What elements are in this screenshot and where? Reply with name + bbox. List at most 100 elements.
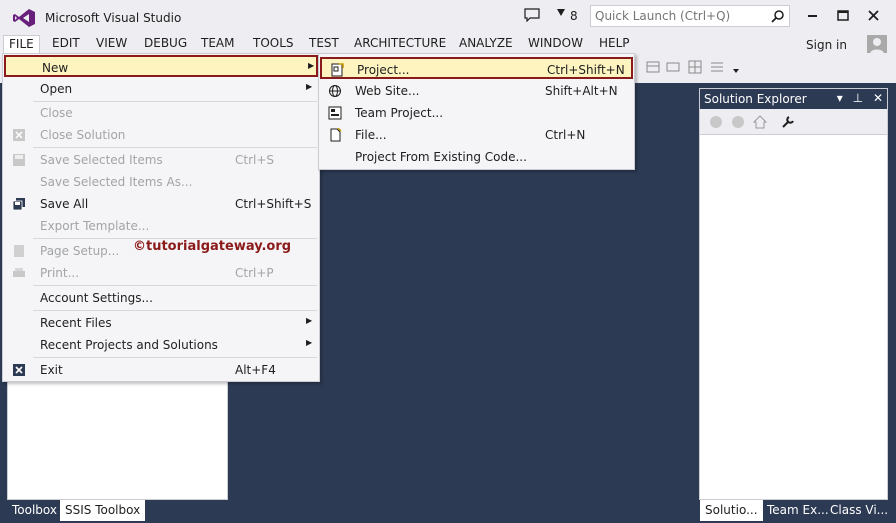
menu-team[interactable]: TEAM — [196, 35, 239, 53]
file-menu: New ▶ Open ▶ Close Close Solution Save S… — [2, 53, 320, 382]
tab-solution-explorer[interactable]: Solutio... — [700, 500, 763, 521]
menu-window[interactable]: WINDOW — [523, 35, 588, 53]
menu-item-label: Page Setup... — [40, 244, 120, 258]
menu-item-label: Account Settings... — [40, 291, 153, 305]
menu-test[interactable]: TEST — [304, 35, 344, 53]
tab-ssis-toolbox[interactable]: SSIS Toolbox — [60, 500, 146, 521]
new-menu-team-project[interactable]: Team Project... — [320, 102, 633, 124]
toolbar-overflow-icon[interactable] — [731, 65, 745, 79]
menu-item-label: New — [42, 61, 69, 75]
notifications-icon[interactable] — [524, 8, 540, 22]
back-icon[interactable] — [708, 114, 724, 130]
tab-toolbox[interactable]: Toolbox — [7, 500, 62, 521]
file-menu-exit[interactable]: Exit Alt+F4 — [4, 359, 318, 381]
menu-help[interactable]: HELP — [594, 35, 635, 53]
menu-item-label: Exit — [40, 363, 63, 377]
close-solution-icon — [13, 129, 25, 141]
file-menu-export-template: Export Template... — [4, 215, 318, 237]
panel-controls: ▾ ⊥ ✕ — [837, 91, 883, 105]
close-button[interactable] — [863, 6, 885, 26]
watermark: ©tutorialgateway.org — [133, 239, 292, 254]
menu-item-label: Close Solution — [40, 128, 126, 142]
avatar[interactable] — [867, 35, 887, 55]
menu-item-shortcut: Ctrl+S — [235, 153, 275, 167]
menu-separator — [33, 310, 317, 311]
file-menu-save-all[interactable]: Save All Ctrl+Shift+S — [4, 193, 318, 215]
menu-file[interactable]: FILE — [3, 35, 40, 53]
file-menu-recent-projects[interactable]: Recent Projects and Solutions ▶ — [4, 334, 318, 356]
toolbar-list-icon[interactable] — [710, 60, 724, 74]
submenu-arrow-icon: ▶ — [306, 338, 313, 347]
file-menu-print: Print... Ctrl+P — [4, 262, 318, 284]
solution-explorer-panel: Solution Explorer ▾ ⊥ ✕ — [699, 88, 888, 500]
tab-team-explorer[interactable]: Team Ex... — [762, 500, 834, 521]
file-menu-save-selected-as: Save Selected Items As... — [4, 171, 318, 193]
menu-item-shortcut: Ctrl+N — [545, 128, 586, 142]
menu-item-label: Save Selected Items — [40, 153, 163, 167]
sign-in-link[interactable]: Sign in — [806, 38, 847, 52]
menu-item-label: Export Template... — [40, 219, 150, 233]
new-menu-project-from-existing-code[interactable]: Project From Existing Code... — [320, 146, 633, 168]
menu-item-shortcut: Ctrl+Shift+N — [547, 63, 625, 77]
menu-item-label: Web Site... — [355, 84, 420, 98]
menu-analyze[interactable]: ANALYZE — [454, 35, 518, 53]
web-site-icon — [329, 85, 341, 97]
file-menu-open[interactable]: Open ▶ — [4, 78, 318, 100]
save-icon — [13, 154, 25, 166]
menu-item-shortcut: Ctrl+Shift+S — [235, 197, 312, 211]
new-project-icon — [331, 63, 344, 77]
new-file-icon — [330, 128, 342, 142]
search-icon[interactable] — [771, 9, 785, 23]
menu-edit[interactable]: EDIT — [47, 35, 85, 53]
menu-item-label: Save Selected Items As... — [40, 175, 193, 189]
quick-launch-box[interactable] — [590, 5, 790, 27]
user-icon — [870, 38, 884, 54]
print-icon — [13, 268, 25, 277]
toolbar-table-icon[interactable] — [646, 60, 660, 74]
new-menu-web-site[interactable]: Web Site... Shift+Alt+N — [320, 80, 633, 102]
maximize-button[interactable] — [832, 6, 854, 26]
save-all-icon — [12, 198, 25, 211]
menu-architecture[interactable]: ARCHITECTURE — [349, 35, 451, 53]
feedback-flag-icon[interactable] — [556, 8, 566, 21]
solution-explorer-header: Solution Explorer ▾ ⊥ ✕ — [700, 89, 887, 109]
notification-count: 8 — [570, 9, 578, 23]
submenu-arrow-icon: ▶ — [306, 82, 313, 91]
tab-class-view[interactable]: Class Vi... — [825, 500, 893, 521]
menu-item-label: Project... — [357, 63, 410, 77]
menu-tools[interactable]: TOOLS — [248, 35, 299, 53]
quick-launch-input[interactable] — [591, 6, 767, 26]
minimize-button[interactable] — [802, 6, 824, 26]
new-menu-file[interactable]: File... Ctrl+N — [320, 124, 633, 146]
menu-item-label: File... — [355, 128, 387, 142]
properties-wrench-icon[interactable] — [780, 114, 796, 130]
title-bar: Microsoft Visual Studio 8 — [0, 0, 896, 34]
home-icon[interactable] — [752, 114, 768, 130]
submenu-arrow-icon: ▶ — [306, 316, 313, 325]
file-menu-account-settings[interactable]: Account Settings... — [4, 287, 318, 309]
file-menu-recent-files[interactable]: Recent Files ▶ — [4, 312, 318, 334]
team-project-icon — [328, 106, 342, 120]
menu-item-label: Recent Files — [40, 316, 112, 330]
bottom-tab-strip: Toolbox SSIS Toolbox Solutio... Team Ex.… — [0, 500, 896, 523]
exit-icon — [13, 364, 25, 376]
toolbar-grid-icon[interactable] — [688, 60, 702, 74]
menu-view[interactable]: VIEW — [91, 35, 132, 53]
menu-item-label: Save All — [40, 197, 89, 211]
panel-close-icon[interactable]: ✕ — [873, 91, 883, 105]
file-menu-new[interactable]: New ▶ — [4, 55, 318, 77]
menu-item-label: Print... — [40, 266, 80, 280]
visual-studio-logo-icon — [13, 9, 35, 27]
menu-debug[interactable]: DEBUG — [139, 35, 192, 53]
solution-explorer-title: Solution Explorer — [704, 92, 807, 106]
menu-separator — [33, 147, 317, 148]
solution-explorer-toolbar — [700, 109, 887, 135]
menu-bar: FILE EDIT VIEW DEBUG TEAM TOOLS TEST ARC… — [0, 34, 896, 55]
toolbar-sql-icon[interactable] — [666, 60, 680, 74]
menu-item-shortcut: Ctrl+P — [235, 266, 274, 280]
new-menu-project[interactable]: Project... Ctrl+Shift+N — [320, 57, 633, 79]
forward-icon[interactable] — [730, 114, 746, 130]
menu-item-label: Close — [40, 106, 73, 120]
panel-menu-icon[interactable]: ▾ — [837, 91, 843, 105]
pin-icon[interactable]: ⊥ — [853, 91, 863, 105]
